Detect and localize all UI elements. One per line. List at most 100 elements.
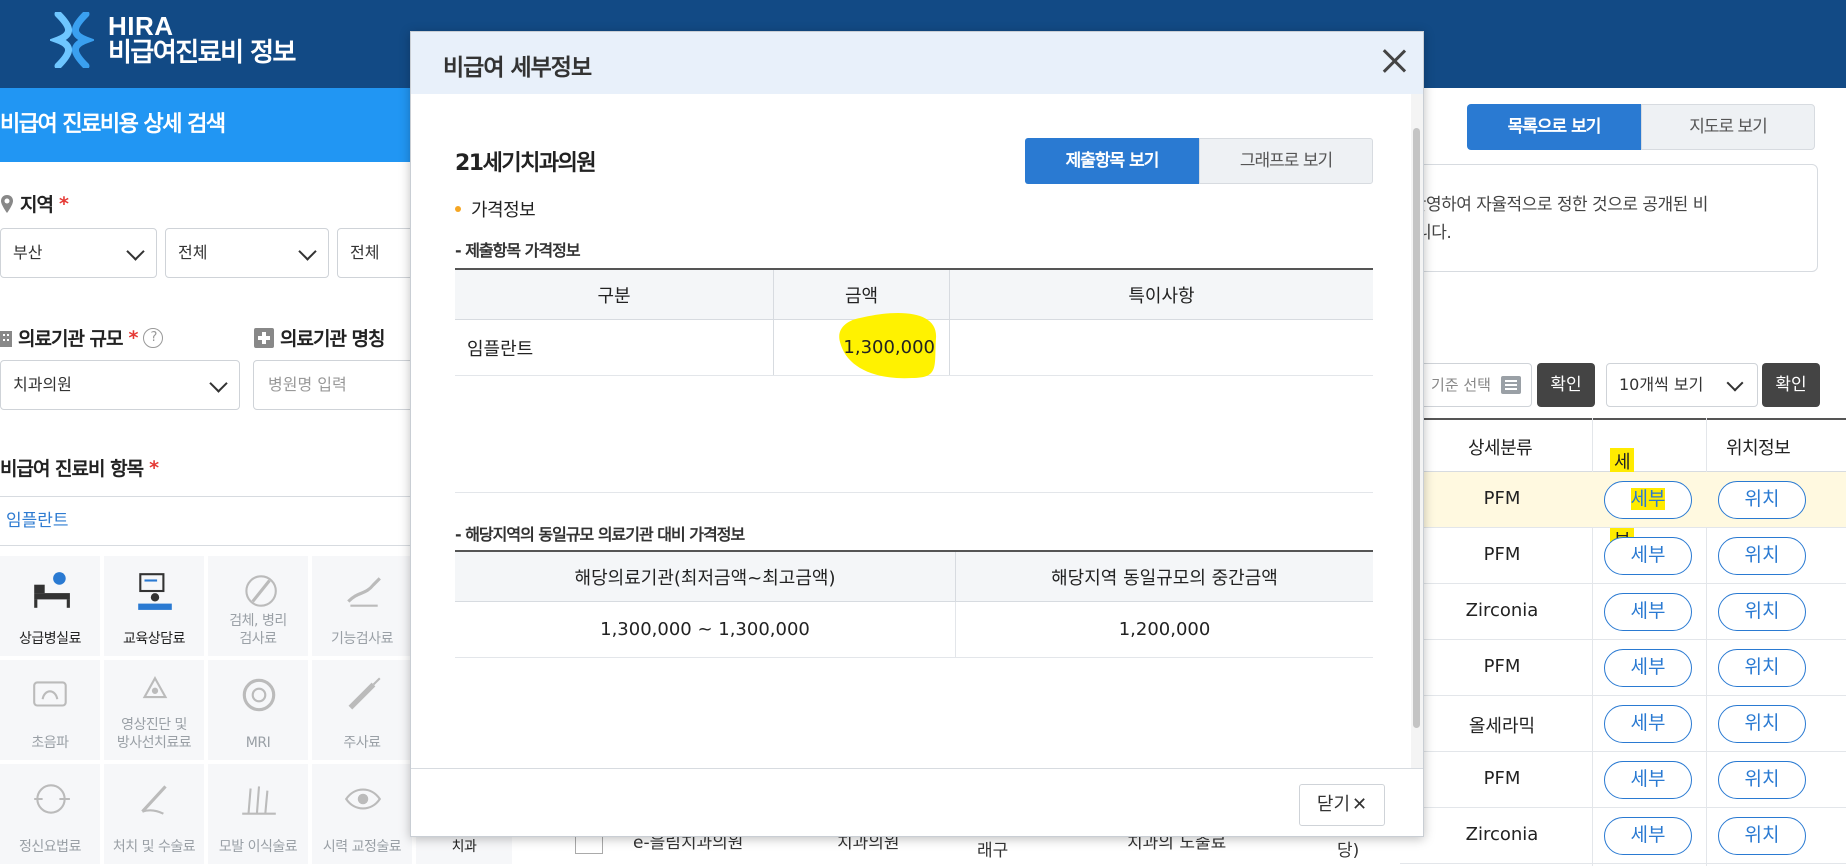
category-label: 치과: [451, 838, 477, 855]
category-mri[interactable]: MRI: [208, 660, 308, 760]
cell-category: Zirconia: [1465, 824, 1539, 845]
category-ultrasound[interactable]: 초음파: [0, 660, 100, 760]
name-label: 의료기관 명칭: [254, 324, 385, 351]
location-button[interactable]: 위치: [1718, 761, 1806, 799]
close-button[interactable]: 닫기 ✕: [1299, 784, 1385, 826]
scale-label: 의료기관 규모 * ?: [0, 324, 164, 351]
category-hair[interactable]: 모발 이식술료: [208, 764, 308, 864]
close-icon[interactable]: [1379, 46, 1409, 76]
brain-icon: [34, 784, 70, 814]
modal-scrollbar[interactable]: [1411, 94, 1423, 768]
radiology-icon: [142, 676, 168, 699]
cell-note: [949, 320, 1373, 375]
close-icon: ✕: [1352, 794, 1368, 815]
cell-amount: 1,300,000: [773, 312, 949, 379]
hira-logo[interactable]: HIRA 비급여진료비 정보: [50, 10, 296, 68]
logo-title: HIRA: [108, 10, 174, 41]
table-row: PFM 세부 위치: [1400, 528, 1846, 584]
category-label: 초음파: [31, 734, 69, 751]
location-button[interactable]: 위치: [1718, 481, 1806, 519]
surgery-icon: [141, 785, 167, 815]
category-eye[interactable]: 시력 교정술료: [312, 764, 412, 864]
scrollbar-thumb[interactable]: [1413, 128, 1420, 728]
category-syringe[interactable]: 주사료: [312, 660, 412, 760]
table-row: PFM 세부 위치: [1400, 640, 1846, 696]
results-table-header: 상세분류 세부정보 위치정보: [1400, 418, 1846, 552]
syringe-icon: [348, 677, 381, 710]
table-header-row: 해당의료기관(최저금액~최고금액) 해당지역 동일규모의 중간금액: [455, 552, 1373, 602]
per-page-confirm-button[interactable]: 확인: [1762, 363, 1820, 407]
category-pathology[interactable]: 검체, 병리 검사료: [208, 556, 308, 656]
cell-median: 1,200,000: [955, 602, 1373, 657]
table-row: 1,300,000 ~ 1,300,000 1,200,000: [455, 602, 1373, 658]
detail-button[interactable]: 세부: [1604, 817, 1692, 855]
modal-title: 비급여 세부정보: [443, 55, 592, 81]
location-button[interactable]: 위치: [1718, 649, 1806, 687]
region-label: 지역 *: [0, 190, 69, 217]
tab-graph[interactable]: 그래프로 보기: [1199, 138, 1373, 184]
sort-confirm-button[interactable]: 확인: [1537, 363, 1595, 407]
detail-button[interactable]: 세부: [1604, 649, 1692, 687]
divider: [455, 492, 1373, 493]
location-button[interactable]: 위치: [1718, 537, 1806, 575]
price-section-title: 가격정보: [455, 196, 536, 222]
function-test-icon: [347, 577, 381, 607]
category-label: 모발 이식술료: [218, 838, 298, 855]
table-row: Zirconia 세부 위치: [1400, 808, 1846, 864]
detail-button[interactable]: 세부: [1604, 593, 1692, 631]
list-view-tab[interactable]: 목록으로 보기: [1467, 104, 1641, 150]
hospital-icon: [254, 327, 274, 348]
col-header-note: 특이사항: [949, 270, 1373, 319]
chevron-down-icon: [1726, 374, 1744, 392]
category-label: 교육상담료: [123, 630, 185, 647]
category-radiology[interactable]: 영상진단 및 방사선치료료: [104, 660, 204, 760]
detail-button[interactable]: 세부: [1604, 481, 1692, 519]
item-label: 비급여 진료비 항목 *: [0, 456, 159, 481]
category-counseling[interactable]: 교육상담료: [104, 556, 204, 656]
pathology-icon: [245, 575, 277, 607]
tab-submitted-items[interactable]: 제출항목 보기: [1025, 138, 1199, 184]
help-icon[interactable]: ?: [143, 327, 164, 348]
category-label: 시력 교정술료: [322, 838, 402, 855]
scale-select[interactable]: 치과의원: [0, 360, 240, 410]
hira-logo-icon: [50, 12, 94, 68]
cell-range: 1,300,000 ~ 1,300,000: [600, 619, 810, 640]
category-brain[interactable]: 정신요법료: [0, 764, 100, 864]
submitted-price-table: 구분 금액 특이사항 임플란트 1,300,000: [455, 268, 1373, 379]
category-label: 기능검사료: [331, 630, 393, 647]
detail-button[interactable]: 세부: [1604, 761, 1692, 799]
chevron-down-icon: [298, 242, 317, 261]
detail-button[interactable]: 세부: [1604, 537, 1692, 575]
table-row: PFM 세부 위치: [1400, 472, 1846, 528]
detail-modal: 비급여 세부정보 21세기치과의원 제출항목 보기 그래프로 보기 가격정보 -…: [410, 31, 1424, 837]
location-button[interactable]: 위치: [1718, 705, 1806, 743]
category-function-test[interactable]: 기능검사료: [312, 556, 412, 656]
hospital-name: 21세기치과의원: [455, 151, 597, 176]
table-row: PFM 세부 위치: [1400, 752, 1846, 808]
cell-category: PFM: [1483, 768, 1521, 789]
chevron-down-icon: [209, 374, 228, 393]
category-surgery[interactable]: 처치 및 수술료: [104, 764, 204, 864]
category-label: MRI: [245, 734, 271, 751]
modal-header: 비급여 세부정보: [411, 32, 1423, 94]
category-hospital-bed[interactable]: 상급병실료: [0, 556, 100, 656]
map-view-tab[interactable]: 지도로 보기: [1641, 104, 1815, 150]
region-sido-select[interactable]: 부산: [0, 228, 157, 278]
submitted-price-subtitle: - 제출항목 가격정보: [455, 241, 581, 260]
location-button[interactable]: 위치: [1718, 817, 1806, 855]
cell-item: 임플란트: [467, 338, 534, 360]
category-label: 검체, 병리 검사료: [229, 613, 287, 647]
detail-button[interactable]: 세부: [1604, 705, 1692, 743]
col-category: 상세분류: [1468, 438, 1533, 459]
hair-icon: [242, 786, 276, 815]
location-pin-icon: [1, 194, 13, 213]
cell-category: Zirconia: [1465, 600, 1539, 621]
col-header-range: 해당의료기관(최저금액~최고금액): [574, 567, 836, 589]
category-label: 상급병실료: [19, 630, 81, 647]
per-page-select[interactable]: 10개씩 보기: [1606, 363, 1758, 407]
counseling-icon: [138, 573, 172, 610]
region-sigungu-select[interactable]: 전체: [165, 228, 329, 278]
regional-price-table: 해당의료기관(최저금액~최고금액) 해당지역 동일규모의 중간금액 1,300,…: [455, 550, 1373, 658]
location-button[interactable]: 위치: [1718, 593, 1806, 631]
category-label: 영상진단 및 방사선치료료: [116, 717, 192, 751]
